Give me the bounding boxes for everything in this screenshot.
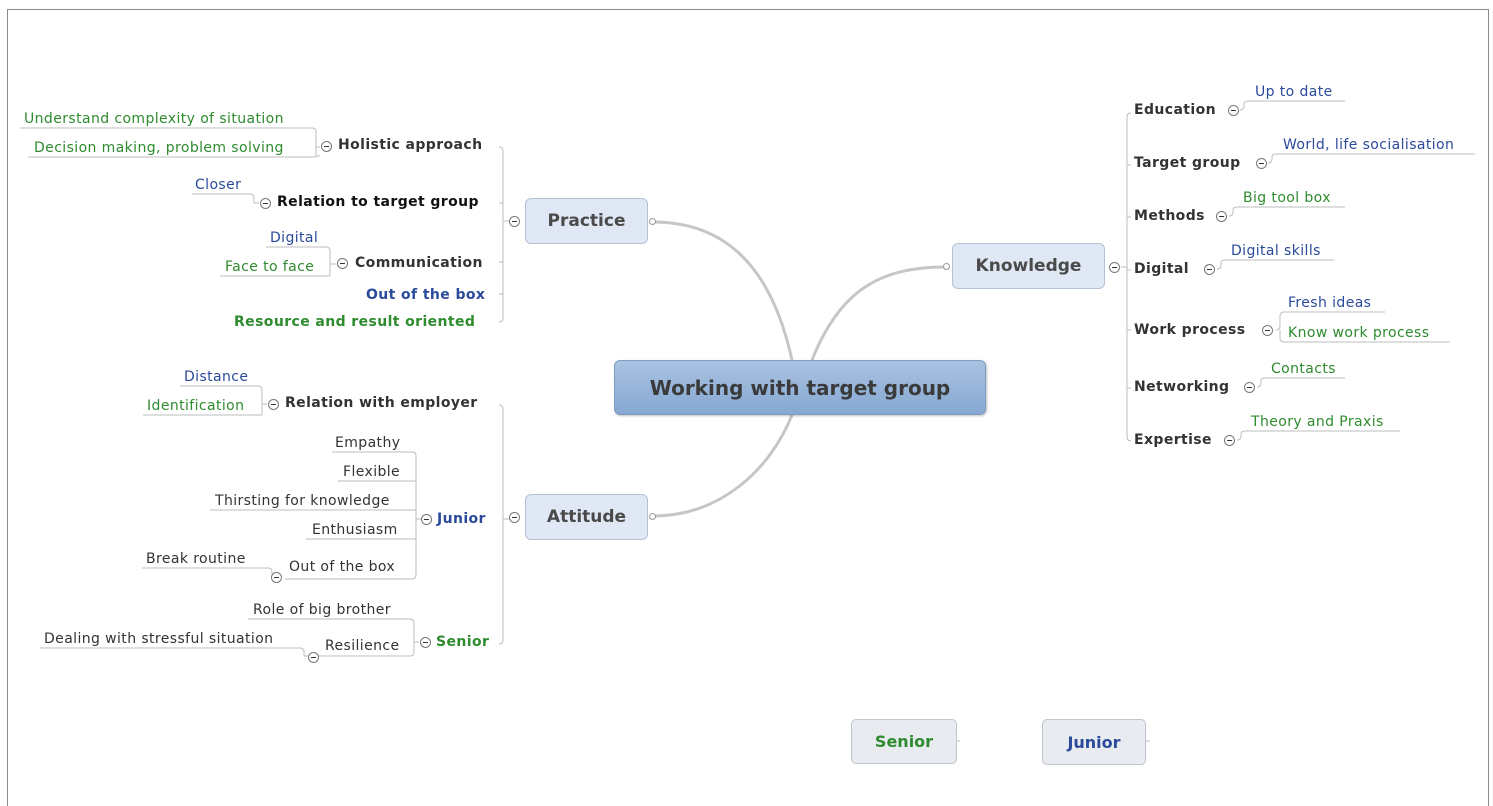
topic-education[interactable]: Education [1134, 101, 1216, 119]
topic-out-of-the-box[interactable]: Out of the box [366, 286, 485, 304]
topic-junior[interactable]: Junior [437, 510, 486, 528]
collapse-button-knowledge[interactable] [1109, 262, 1120, 273]
collapse-button-work-process[interactable] [1262, 325, 1273, 336]
topic-resource-result-oriented[interactable]: Resource and result oriented [234, 313, 475, 331]
central-topic-label: Working with target group [649, 375, 951, 400]
connector-dot [649, 218, 656, 225]
collapse-button-expertise[interactable] [1224, 435, 1235, 446]
central-topic[interactable]: Working with target group [614, 360, 986, 415]
topic-digital-skills[interactable]: Digital skills [1231, 242, 1321, 260]
collapse-button-resilience[interactable] [308, 652, 319, 663]
topic-digital-knowledge[interactable]: Digital [1134, 260, 1189, 278]
topic-thirsting-for-knowledge[interactable]: Thirsting for knowledge [215, 492, 390, 510]
topic-flexible[interactable]: Flexible [343, 463, 400, 481]
topic-face-to-face[interactable]: Face to face [225, 258, 314, 276]
collapse-button-digital[interactable] [1204, 264, 1215, 275]
topic-identification[interactable]: Identification [147, 397, 244, 415]
topic-out-of-the-box-junior[interactable]: Out of the box [289, 558, 395, 576]
topic-work-process[interactable]: Work process [1134, 321, 1245, 339]
topic-decision-making[interactable]: Decision making, problem solving [34, 139, 284, 157]
legend-junior[interactable]: Junior [1042, 719, 1146, 765]
topic-expertise[interactable]: Expertise [1134, 431, 1212, 449]
topic-dealing-with-stress[interactable]: Dealing with stressful situation [44, 630, 273, 648]
topic-relation-with-employer[interactable]: Relation with employer [285, 394, 478, 412]
collapse-button-target-group[interactable] [1256, 158, 1267, 169]
topic-enthusiasm[interactable]: Enthusiasm [312, 521, 398, 539]
topic-networking[interactable]: Networking [1134, 378, 1229, 396]
collapse-button-relation[interactable] [260, 198, 271, 209]
topic-knowledge-label: Knowledge [975, 256, 1082, 276]
topic-closer[interactable]: Closer [195, 176, 241, 194]
topic-methods[interactable]: Methods [1134, 207, 1205, 225]
topic-up-to-date[interactable]: Up to date [1255, 83, 1333, 101]
topic-target-group[interactable]: Target group [1134, 154, 1241, 172]
legend-senior-label: Senior [874, 732, 934, 751]
topic-attitude[interactable]: Attitude [525, 494, 648, 540]
connector-dot [649, 513, 656, 520]
topic-practice[interactable]: Practice [525, 198, 648, 244]
topic-practice-label: Practice [547, 211, 626, 231]
topic-know-work-process[interactable]: Know work process [1288, 324, 1429, 342]
topic-empathy[interactable]: Empathy [335, 434, 400, 452]
topic-attitude-label: Attitude [546, 507, 627, 527]
topic-theory-and-praxis[interactable]: Theory and Praxis [1251, 413, 1384, 431]
topic-holistic-approach[interactable]: Holistic approach [338, 136, 482, 154]
topic-world-life-socialisation[interactable]: World, life socialisation [1283, 136, 1454, 154]
collapse-button-communication[interactable] [337, 258, 348, 269]
collapse-button-senior[interactable] [420, 637, 431, 648]
legend-junior-label: Junior [1067, 732, 1121, 752]
topic-distance[interactable]: Distance [184, 368, 248, 386]
topic-break-routine[interactable]: Break routine [146, 550, 246, 568]
topic-communication[interactable]: Communication [355, 254, 483, 272]
topic-contacts[interactable]: Contacts [1271, 360, 1336, 378]
topic-resilience[interactable]: Resilience [325, 637, 399, 655]
topic-knowledge[interactable]: Knowledge [952, 243, 1105, 289]
collapse-button-methods[interactable] [1216, 211, 1227, 222]
collapse-button-junior[interactable] [421, 514, 432, 525]
topic-fresh-ideas[interactable]: Fresh ideas [1288, 294, 1371, 312]
topic-role-of-big-brother[interactable]: Role of big brother [253, 601, 391, 619]
topic-digital[interactable]: Digital [270, 229, 318, 247]
collapse-button-attitude[interactable] [509, 512, 520, 523]
collapse-button-networking[interactable] [1244, 382, 1255, 393]
legend-senior[interactable]: Senior [851, 719, 957, 764]
collapse-button-employer[interactable] [268, 399, 279, 410]
topic-understand-complexity[interactable]: Understand complexity of situation [24, 110, 284, 128]
connector-dot [943, 263, 950, 270]
collapse-button-practice[interactable] [509, 216, 520, 227]
collapse-button-holistic[interactable] [321, 141, 332, 152]
collapse-button-education[interactable] [1228, 105, 1239, 116]
topic-big-tool-box[interactable]: Big tool box [1243, 189, 1331, 207]
collapse-button-out-of-the-box[interactable] [271, 572, 282, 583]
topic-relation-to-target-group[interactable]: Relation to target group [277, 193, 479, 211]
topic-senior[interactable]: Senior [436, 633, 489, 651]
